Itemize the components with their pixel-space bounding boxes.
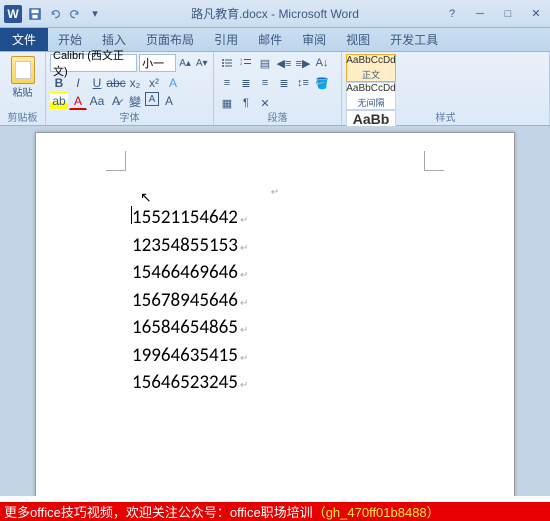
style-name: 无间隔 — [357, 96, 384, 109]
footer-banner: 更多office技巧视频，欢迎关注公众号：office职场培训 （gh_470f… — [0, 502, 550, 521]
multilevel-button[interactable]: ▤ — [256, 54, 274, 72]
decrease-indent-button[interactable]: ◀≡ — [275, 54, 293, 72]
clear-format-button[interactable]: A̷ — [107, 92, 125, 110]
shrink-font-button[interactable]: A▾ — [194, 54, 209, 72]
sort-button[interactable]: A↓ — [313, 54, 331, 72]
numbering-button[interactable]: 12 — [237, 54, 255, 72]
tab-review[interactable]: 审阅 — [292, 27, 336, 51]
text-cursor — [131, 206, 132, 224]
grow-font-button[interactable]: A▴ — [178, 54, 193, 72]
margin-corner-tr — [424, 151, 444, 171]
paragraph-group: 12 ▤ ◀≡ ≡▶ A↓ ≡ ≣ ≡ ≣ ↕≡ 🪣 ▦ ¶ ✕ 段落 — [214, 52, 342, 125]
document-area[interactable]: ↵ 15521154642 ↖ 12354855153 15466469646 … — [0, 126, 550, 496]
quick-access-toolbar: ▾ — [26, 5, 104, 23]
bullets-button[interactable] — [218, 54, 236, 72]
tab-developer[interactable]: 开发工具 — [380, 27, 448, 51]
font-label: 字体 — [46, 109, 213, 124]
text-effects-button[interactable]: A — [164, 74, 182, 92]
char-border-button[interactable]: A — [145, 92, 159, 106]
shading-button[interactable]: 🪣 — [313, 74, 331, 92]
superscript-button[interactable]: x² — [145, 74, 163, 92]
save-button[interactable] — [26, 5, 44, 23]
paragraph-mark: ↵ — [132, 187, 418, 198]
paragraph-label: 段落 — [214, 109, 341, 124]
text-line[interactable]: 15646523245 — [132, 369, 418, 397]
clipboard-label: 剪贴板 — [0, 109, 45, 124]
title-bar: W ▾ 路凡教育.docx - Microsoft Word ? ─ □ ✕ — [0, 0, 550, 28]
change-case-button[interactable]: Aa — [88, 92, 106, 110]
justify-button[interactable]: ≣ — [275, 74, 293, 92]
align-left-button[interactable]: ≡ — [218, 74, 236, 92]
redo-button[interactable] — [66, 5, 84, 23]
close-button[interactable]: ✕ — [522, 5, 550, 23]
text-line[interactable]: 15521154642 — [132, 204, 418, 232]
font-group: Calibri (西文正文) 小一 A▴ A▾ B I U abc x₂ x² … — [46, 52, 214, 125]
align-right-button[interactable]: ≡ — [256, 74, 274, 92]
style-normal[interactable]: AaBbCcDd 正文 — [346, 54, 396, 82]
highlight-button[interactable]: ab — [50, 92, 68, 110]
undo-button[interactable] — [46, 5, 64, 23]
phonetic-button[interactable]: 變 — [126, 92, 144, 110]
text-line[interactable]: 15678945646 — [132, 287, 418, 315]
qat-dropdown[interactable]: ▾ — [86, 5, 104, 23]
paste-label: 粘贴 — [13, 84, 33, 99]
text-line[interactable]: 19964635415 — [132, 342, 418, 370]
style-name: 正文 — [362, 68, 380, 81]
paste-icon — [11, 56, 35, 84]
tab-layout[interactable]: 页面布局 — [136, 27, 204, 51]
strike-button[interactable]: abc — [107, 74, 125, 92]
window-title: 路凡教育.docx - Microsoft Word — [191, 5, 359, 22]
text-line[interactable]: 12354855153 — [132, 232, 418, 260]
word-icon: W — [4, 5, 22, 23]
italic-button[interactable]: I — [69, 74, 87, 92]
font-color-button[interactable]: A — [69, 92, 87, 110]
font-name-select[interactable]: Calibri (西文正文) — [50, 54, 137, 72]
tab-references[interactable]: 引用 — [204, 27, 248, 51]
bold-button[interactable]: B — [50, 74, 68, 92]
clipboard-group: 粘贴 剪贴板 — [0, 52, 46, 125]
footer-id: （gh_470ff01b8488） — [313, 502, 440, 521]
subscript-button[interactable]: x₂ — [126, 74, 144, 92]
paste-button[interactable]: 粘贴 — [4, 54, 41, 101]
page[interactable]: ↵ 15521154642 ↖ 12354855153 15466469646 … — [35, 132, 515, 496]
style-sample: AaBbCcDd — [346, 83, 395, 94]
styles-group: AaBbCcDd 正文 AaBbCcDd 无间隔 AaBb 标题 1 A 更改样… — [342, 52, 550, 125]
increase-indent-button[interactable]: ≡▶ — [294, 54, 312, 72]
svg-text:2: 2 — [240, 61, 243, 66]
help-button[interactable]: ? — [438, 5, 466, 23]
text-line[interactable]: 15466469646 — [132, 259, 418, 287]
char-shading-button[interactable]: A — [160, 92, 178, 110]
tab-file[interactable]: 文件 — [0, 27, 48, 51]
margin-corner-tl — [106, 151, 126, 171]
tab-view[interactable]: 视图 — [336, 27, 380, 51]
align-center-button[interactable]: ≣ — [237, 74, 255, 92]
style-sample: AaBbCcDd — [346, 55, 395, 66]
line-spacing-button[interactable]: ↕≡ — [294, 74, 312, 92]
tab-mailings[interactable]: 邮件 — [248, 27, 292, 51]
minimize-button[interactable]: ─ — [466, 5, 494, 23]
underline-button[interactable]: U — [88, 74, 106, 92]
font-size-select[interactable]: 小一 — [139, 54, 176, 72]
ribbon: 粘贴 剪贴板 Calibri (西文正文) 小一 A▴ A▾ B I U abc… — [0, 52, 550, 126]
styles-label: 样式 — [342, 109, 549, 124]
text-line[interactable]: 16584654865 — [132, 314, 418, 342]
maximize-button[interactable]: □ — [494, 5, 522, 23]
footer-text: 更多office技巧视频，欢迎关注公众号：office职场培训 — [4, 502, 313, 521]
style-nospacing[interactable]: AaBbCcDd 无间隔 — [346, 82, 396, 110]
